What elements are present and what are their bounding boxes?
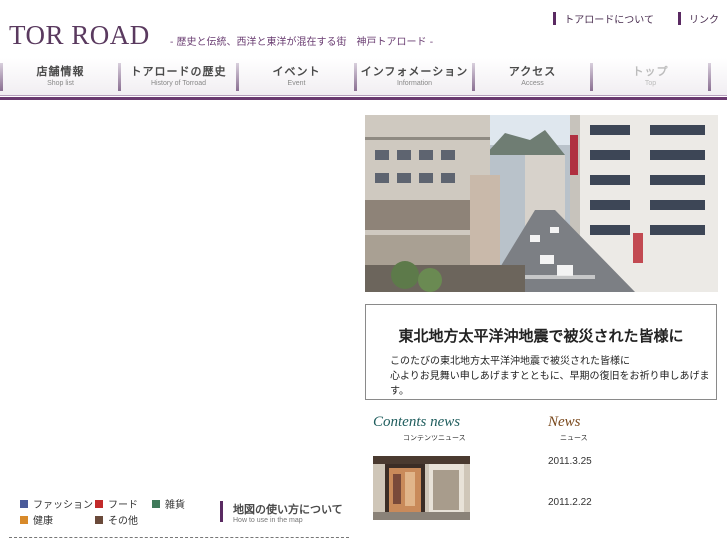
contents-news-heading: Contents news	[373, 414, 461, 430]
legend-fashion: ファッション	[20, 496, 93, 511]
map-howto-label-jp: 地図の使い方について	[233, 503, 343, 516]
map-howto-link[interactable]: 地図の使い方について How to use in the map	[220, 501, 343, 524]
nav-label-jp: インフォメーション	[360, 65, 469, 78]
top-links: トアロードについて リンク	[553, 11, 719, 26]
contents-news-subheading: コンテンツニュース	[403, 434, 466, 442]
legend-label: フード	[108, 500, 138, 511]
nav-top[interactable]: トップ Top	[593, 58, 708, 95]
legend-goods: 雑貨	[152, 496, 185, 511]
legend-other: その他	[95, 512, 138, 527]
map-howto-text: 地図の使い方について How to use in the map	[233, 501, 343, 524]
nav-label-en: Shop list	[47, 80, 74, 87]
about-torroad-label: トアロードについて	[564, 15, 654, 26]
link-marker	[678, 12, 681, 25]
legend-health: 健康	[20, 512, 53, 527]
contents-news-thumbnail[interactable]	[373, 456, 470, 520]
legend-label: ファッション	[33, 500, 93, 511]
news-heading: News	[548, 414, 581, 430]
street-photo	[365, 115, 718, 292]
nav-label-en: History of Torroad	[150, 80, 207, 87]
nav-event[interactable]: イベント Event	[239, 58, 354, 95]
nav-separator	[708, 63, 711, 91]
notice-line: 心よりお見舞い申しあげますとともに、早期の復旧をお祈り申しあげます。	[390, 371, 710, 397]
nav-label-jp: 店舗情報	[36, 65, 85, 78]
nav-label-en: Top	[644, 80, 657, 87]
earthquake-notice: 東北地方太平洋沖地震で被災された皆様に このたびの東北地方太平洋沖地震で被災され…	[365, 304, 717, 400]
main-nav: 店舗情報 Shop list トアロードの歴史 History of Torro…	[0, 58, 727, 95]
notice-body: このたびの東北地方太平洋沖地震で被災された皆様に 心よりお見舞い申しあげますとと…	[390, 354, 716, 399]
nav-divider	[0, 95, 727, 100]
legend-swatch	[152, 499, 160, 508]
nav-label-jp: トップ	[632, 65, 669, 78]
nav-label-en: Information	[396, 80, 433, 87]
legend-food: フード	[95, 496, 138, 511]
nav-history[interactable]: トアロードの歴史 History of Torroad	[121, 58, 236, 95]
site-logo[interactable]: TOR ROAD	[9, 20, 150, 51]
legend-swatch	[95, 499, 103, 508]
nav-label-en: Event	[287, 80, 306, 87]
news-date[interactable]: 2011.2.22	[548, 497, 592, 508]
news-date[interactable]: 2011.3.25	[548, 456, 592, 467]
legend-label: 健康	[33, 516, 53, 527]
nav-access[interactable]: アクセス Access	[475, 58, 590, 95]
legend-swatch	[20, 499, 28, 508]
nav-label-en: Access	[521, 80, 544, 87]
nav-shop-list[interactable]: 店舗情報 Shop list	[3, 58, 118, 95]
about-torroad-link[interactable]: トアロードについて	[553, 11, 654, 26]
dashed-divider	[9, 537, 349, 538]
links-link[interactable]: リンク	[678, 11, 719, 26]
notice-line: このたびの東北地方太平洋沖地震で被災された皆様に	[390, 356, 630, 367]
link-marker	[220, 501, 223, 522]
legend-swatch	[95, 515, 103, 524]
nav-label-jp: イベント	[272, 65, 321, 78]
site-tagline: - 歴史と伝統、西洋と東洋が混在する街 神戸トアロード -	[170, 37, 434, 48]
nav-label-jp: トアロードの歴史	[130, 65, 227, 78]
legend-swatch	[20, 515, 28, 524]
nav-information[interactable]: インフォメーション Information	[357, 58, 472, 95]
link-marker	[553, 12, 557, 25]
nav-label-jp: アクセス	[508, 65, 557, 78]
links-label: リンク	[689, 15, 719, 26]
news-subheading: ニュース	[560, 434, 588, 442]
legend-label: 雑貨	[165, 500, 185, 511]
legend-label: その他	[108, 516, 138, 527]
map-howto-label-en: How to use in the map	[233, 517, 303, 524]
notice-title: 東北地方太平洋沖地震で被災された皆様に	[398, 327, 684, 345]
